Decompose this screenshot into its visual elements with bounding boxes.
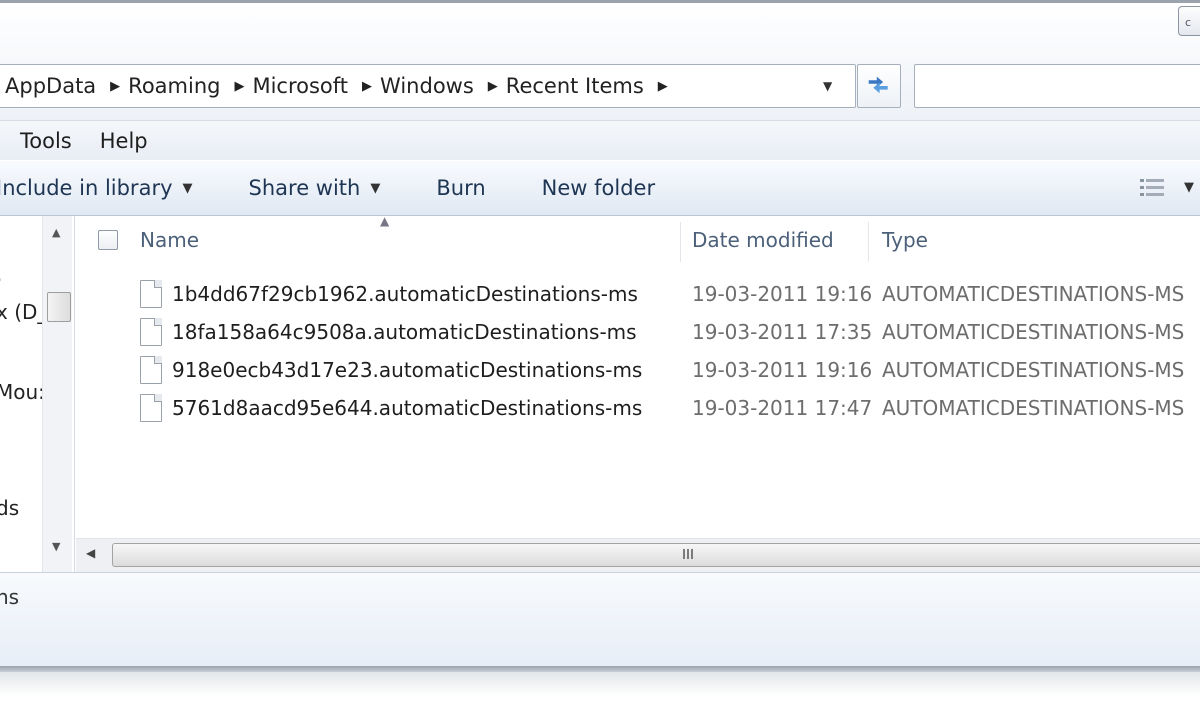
file-name: 1b4dd67f29cb1962.automaticDestinations-m… (172, 282, 638, 306)
share-with-button[interactable]: Share with ▼ (249, 176, 381, 200)
file-name: 918e0ecb43d17e23.automaticDestinations-m… (172, 358, 643, 382)
nav-item-marker[interactable]: · (0, 268, 2, 292)
file-row[interactable]: 918e0ecb43d17e23.automaticDestinations-m… (76, 352, 1200, 390)
breadcrumb-label: AppData (5, 74, 97, 98)
navigation-pane: · x (D_ Mou: ds ▲ ▼ (0, 216, 75, 572)
scroll-left-icon[interactable]: ◀ (86, 546, 95, 560)
column-header-name[interactable]: Name (140, 228, 199, 252)
breadcrumb-recent-items[interactable]: Recent Items ▶ (498, 74, 668, 98)
breadcrumb-label: Microsoft (252, 74, 349, 98)
details-pane: ns (0, 572, 1200, 666)
file-type: AUTOMATICDESTINATIONS-MS (882, 358, 1185, 382)
breadcrumb-appdata[interactable]: AppData ▶ (0, 74, 120, 98)
chevron-right-icon[interactable]: ▶ (644, 79, 668, 94)
change-view-button[interactable]: ▼ (1138, 176, 1194, 198)
chevron-down-icon: ▼ (370, 180, 381, 196)
window-close-button[interactable]: c (1178, 6, 1200, 36)
search-input[interactable] (914, 64, 1200, 108)
column-header-type[interactable]: Type (882, 228, 928, 252)
file-date-modified: 19-03-2011 19:16 (692, 358, 873, 382)
breadcrumb-roaming[interactable]: Roaming ▶ (120, 74, 244, 98)
refresh-icon (868, 76, 888, 94)
share-with-label: Share with (248, 176, 361, 200)
menu-help[interactable]: Help (80, 129, 148, 153)
file-icon (140, 280, 162, 308)
nav-scrollbar[interactable]: ▲ ▼ (42, 216, 72, 572)
include-in-library-button[interactable]: Include in library ▼ (0, 176, 193, 200)
file-date-modified: 19-03-2011 19:16 (692, 282, 873, 306)
scroll-down-icon[interactable]: ▼ (52, 540, 60, 553)
window-shadow (0, 672, 1200, 696)
nav-scroll-thumb[interactable] (47, 292, 71, 322)
file-type: AUTOMATICDESTINATIONS-MS (882, 320, 1185, 344)
window-bottom-frame (0, 666, 1200, 720)
new-folder-label: New folder (541, 176, 656, 200)
file-row[interactable]: 18fa158a64c9508a.automaticDestinations-m… (76, 314, 1200, 352)
details-item-count: ns (0, 585, 20, 609)
view-details-icon (1140, 179, 1164, 196)
file-row[interactable]: 1b4dd67f29cb1962.automaticDestinations-m… (76, 276, 1200, 314)
window-titlebar: c (0, 0, 1200, 58)
chevron-right-icon[interactable]: ▶ (220, 79, 244, 94)
chevron-right-icon[interactable]: ▶ (348, 79, 372, 94)
column-header-row: Name ▲ Date modified Type (76, 214, 1200, 266)
address-bar[interactable]: AppData ▶ Roaming ▶ Microsoft ▶ Windows … (0, 64, 856, 108)
breadcrumb-microsoft[interactable]: Microsoft ▶ (244, 74, 372, 98)
nav-item-drive[interactable]: x (D_ (0, 300, 47, 324)
new-folder-button[interactable]: New folder (542, 176, 655, 200)
nav-item-mouse[interactable]: Mou: (0, 380, 45, 404)
refresh-button[interactable] (857, 64, 901, 108)
file-icon (140, 394, 162, 422)
burn-button[interactable]: Burn (436, 176, 485, 200)
file-list-pane: Name ▲ Date modified Type 1b4dd67f29cb19… (76, 214, 1200, 572)
chevron-down-icon: ▼ (1184, 179, 1194, 195)
file-type: AUTOMATICDESTINATIONS-MS (882, 396, 1185, 420)
column-divider[interactable] (680, 222, 681, 262)
command-bar: Include in library ▼ Share with ▼ Burn N… (0, 160, 1200, 216)
chevron-down-icon[interactable]: ▼ (823, 79, 832, 93)
scroll-up-icon[interactable]: ▲ (52, 226, 60, 239)
file-row[interactable]: 5761d8aacd95e644.automaticDestinations-m… (76, 390, 1200, 428)
file-type: AUTOMATICDESTINATIONS-MS (882, 282, 1185, 306)
file-date-modified: 19-03-2011 17:35 (692, 320, 873, 344)
chevron-down-icon: ▼ (182, 180, 193, 196)
select-all-checkbox[interactable] (98, 230, 118, 250)
file-icon (140, 356, 162, 384)
chevron-right-icon[interactable]: ▶ (474, 79, 498, 94)
nav-item-downloads[interactable]: ds (0, 496, 19, 520)
include-in-library-label: Include in library (0, 176, 173, 200)
file-name: 5761d8aacd95e644.automaticDestinations-m… (172, 396, 643, 420)
burn-label: Burn (436, 176, 486, 200)
breadcrumb-windows[interactable]: Windows ▶ (372, 74, 498, 98)
chevron-right-icon[interactable]: ▶ (96, 79, 120, 94)
file-date-modified: 19-03-2011 17:47 (692, 396, 873, 420)
file-icon (140, 318, 162, 346)
breadcrumb-label: Recent Items (505, 74, 644, 98)
menu-tools[interactable]: Tools (0, 129, 72, 153)
horizontal-scroll-thumb[interactable] (112, 543, 1200, 567)
breadcrumb-label: Windows (380, 74, 474, 98)
breadcrumb-label: Roaming (128, 74, 221, 98)
menu-bar: Tools Help (0, 120, 1200, 160)
horizontal-scrollbar[interactable]: ◀ (76, 538, 1200, 572)
column-header-date-modified[interactable]: Date modified (692, 228, 834, 252)
column-divider[interactable] (868, 222, 869, 262)
file-name: 18fa158a64c9508a.automaticDestinations-m… (172, 320, 637, 344)
address-row: AppData ▶ Roaming ▶ Microsoft ▶ Windows … (0, 58, 1200, 120)
sort-ascending-icon: ▲ (380, 214, 390, 228)
grip-icon (683, 549, 693, 559)
